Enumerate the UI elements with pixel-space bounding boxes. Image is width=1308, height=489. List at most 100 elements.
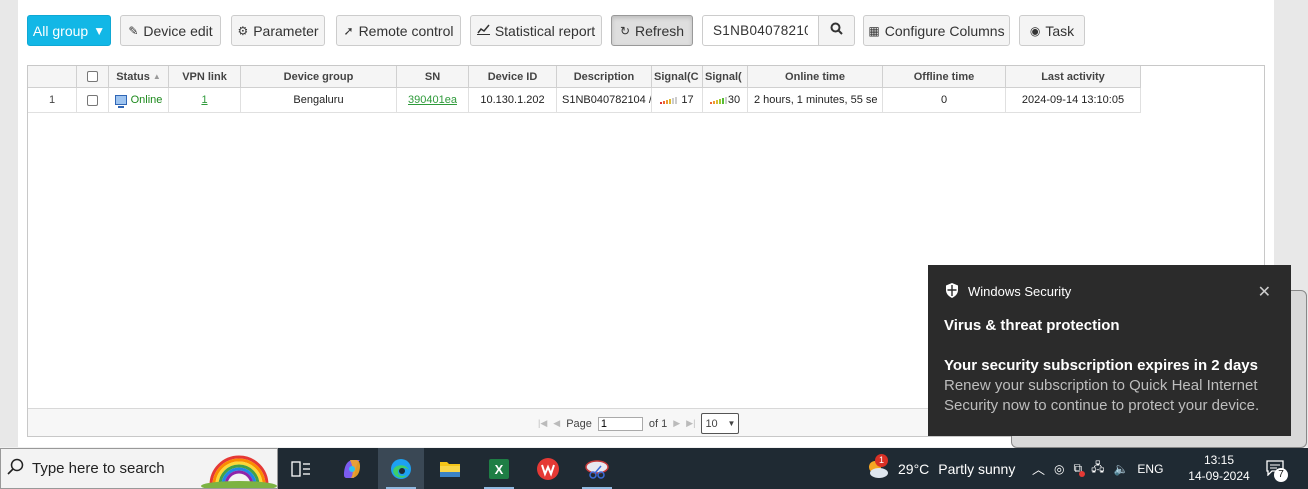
row-online-time: 2 hours, 1 minutes, 55 se <box>748 88 883 112</box>
edit-icon: ✎ <box>128 23 139 38</box>
header-vpn-link[interactable]: VPN link <box>169 66 241 87</box>
taskbar-search[interactable]: Type here to search <box>0 448 278 489</box>
header-last-activity[interactable]: Last activity <box>1006 66 1141 87</box>
row-signal-2: 30 <box>703 88 748 112</box>
configure-columns-button[interactable]: ▦ Configure Columns <box>863 15 1010 46</box>
file-explorer-icon[interactable] <box>427 448 473 489</box>
notification-title: Virus & threat protection <box>944 317 1120 334</box>
remote-control-label: Remote control <box>358 22 454 39</box>
remote-control-button[interactable]: ➚ Remote control <box>336 15 461 46</box>
signal-bars-icon <box>660 96 678 104</box>
weather-desc: Partly sunny <box>938 460 1016 477</box>
task-label: Task <box>1045 22 1075 39</box>
header-sn[interactable]: SN <box>397 66 469 87</box>
next-page-icon[interactable]: ▶ <box>673 418 680 429</box>
notification-app-name: Windows Security <box>968 284 1072 299</box>
page-size-value: 10 <box>705 417 718 430</box>
search-button[interactable] <box>819 15 855 46</box>
search-group <box>702 15 855 46</box>
row-index: 1 <box>28 88 77 112</box>
header-signal-2[interactable]: Signal( <box>703 66 748 87</box>
all-group-button[interactable]: All group ▼ <box>27 15 111 46</box>
device-edit-button[interactable]: ✎ Device edit <box>120 15 221 46</box>
configure-columns-label: Configure Columns <box>884 22 1005 39</box>
sn-link[interactable]: 390401ea <box>408 94 457 106</box>
language-indicator[interactable]: ENG <box>1137 462 1163 476</box>
header-signal-1[interactable]: Signal(C <box>652 66 703 87</box>
gear-icon: ⚙ <box>237 23 249 38</box>
sort-icon: ▲ <box>152 72 161 81</box>
excel-icon[interactable]: X <box>476 448 522 489</box>
volume-icon[interactable]: 🔈 <box>1113 462 1128 476</box>
row-last-activity: 2024-09-14 13:10:05 <box>1006 88 1141 112</box>
edge-browser-icon[interactable] <box>378 448 424 489</box>
system-tray: ︿ ◎ ⧉ 🖧 🔈 ENG <box>1032 448 1163 489</box>
header-description[interactable]: Description <box>557 66 652 87</box>
signal-1-value: 17 <box>681 94 694 106</box>
row-device-group: Bengaluru <box>241 88 397 112</box>
header-status-label: Status <box>116 70 150 83</box>
vpn-link[interactable]: 1 <box>201 94 207 106</box>
row-device-id: 10.130.1.202 <box>469 88 557 112</box>
notification-center-icon[interactable]: 7 <box>1266 448 1288 489</box>
meet-now-icon[interactable]: ◎ <box>1054 462 1064 476</box>
header-device-group[interactable]: Device group <box>241 66 397 87</box>
clock-time: 13:15 <box>1203 453 1235 467</box>
show-hidden-icons-chevron[interactable]: ︿ <box>1032 459 1045 478</box>
row-checkbox[interactable] <box>87 94 98 106</box>
parameter-button[interactable]: ⚙ Parameter <box>231 15 325 46</box>
monitor-icon <box>114 95 127 108</box>
task-view-icon[interactable] <box>278 448 324 489</box>
send-icon: ➚ <box>343 23 354 38</box>
notification-body: Renew your subscription to Quick Heal In… <box>944 377 1260 414</box>
chart-icon <box>476 24 490 38</box>
page-of-label: of 1 <box>648 417 668 430</box>
caret-down-icon: ▼ <box>93 23 106 38</box>
snipping-tool-icon[interactable] <box>574 448 620 489</box>
header-offline-time[interactable]: Offline time <box>883 66 1006 87</box>
header-index <box>28 66 77 87</box>
status-online: Online <box>130 94 163 106</box>
search-icon <box>7 458 24 480</box>
clock[interactable]: 13:15 14-09-2024 <box>1186 452 1252 484</box>
search-icon <box>830 22 843 40</box>
statistical-report-button[interactable]: Statistical report <box>470 15 602 46</box>
header-select-all <box>77 66 109 87</box>
page-label: Page <box>566 417 592 430</box>
header-device-id[interactable]: Device ID <box>469 66 557 87</box>
chat-bubble-icon: 7 <box>1266 459 1288 482</box>
weather-icon: 1 <box>864 453 890 482</box>
row-status: Online <box>109 88 169 112</box>
header-online-time[interactable]: Online time <box>748 66 883 87</box>
refresh-button[interactable]: ↻ Refresh <box>611 15 693 46</box>
onedrive-sync-icon[interactable]: ⧉ <box>1074 461 1086 477</box>
security-notification[interactable]: Windows Security ✕ Virus & threat protec… <box>928 265 1291 436</box>
copilot-icon[interactable] <box>329 448 375 489</box>
weather-widget[interactable]: 1 29°C Partly sunny <box>864 448 1015 489</box>
close-icon[interactable]: ✕ <box>1258 282 1271 302</box>
svg-text:X: X <box>495 462 504 477</box>
page-size-select[interactable]: 10 ▼ <box>701 413 740 434</box>
eye-icon: ◉ <box>1029 23 1041 38</box>
first-page-icon[interactable]: |◀ <box>538 418 547 429</box>
wps-office-icon[interactable] <box>525 448 571 489</box>
task-button[interactable]: ◉ Task <box>1019 15 1085 46</box>
device-edit-label: Device edit <box>143 22 213 39</box>
notification-heading: Your security subscription expires in 2 … <box>944 357 1258 374</box>
search-input[interactable] <box>702 15 819 46</box>
network-icon[interactable]: 🖧 <box>1091 458 1104 479</box>
row-description: S1NB040782104 / <box>557 88 652 112</box>
shield-icon <box>945 283 959 303</box>
prev-page-icon[interactable]: ◀ <box>553 418 560 429</box>
clock-date: 14-09-2024 <box>1188 469 1250 483</box>
table-row[interactable]: 1 Online 1 Bengaluru 390401ea 10.130.1.2… <box>28 88 1141 113</box>
select-all-checkbox[interactable] <box>87 71 98 82</box>
grid-header: Status ▲ VPN link Device group SN Device… <box>28 66 1141 88</box>
page-input[interactable] <box>597 416 643 431</box>
last-page-icon[interactable]: ▶| <box>686 418 695 429</box>
refresh-label: Refresh <box>635 22 685 39</box>
all-group-label: All group <box>32 22 89 39</box>
header-status[interactable]: Status ▲ <box>109 66 169 87</box>
chevron-down-icon: ▼ <box>727 419 736 428</box>
signal-2-value: 30 <box>727 94 741 106</box>
